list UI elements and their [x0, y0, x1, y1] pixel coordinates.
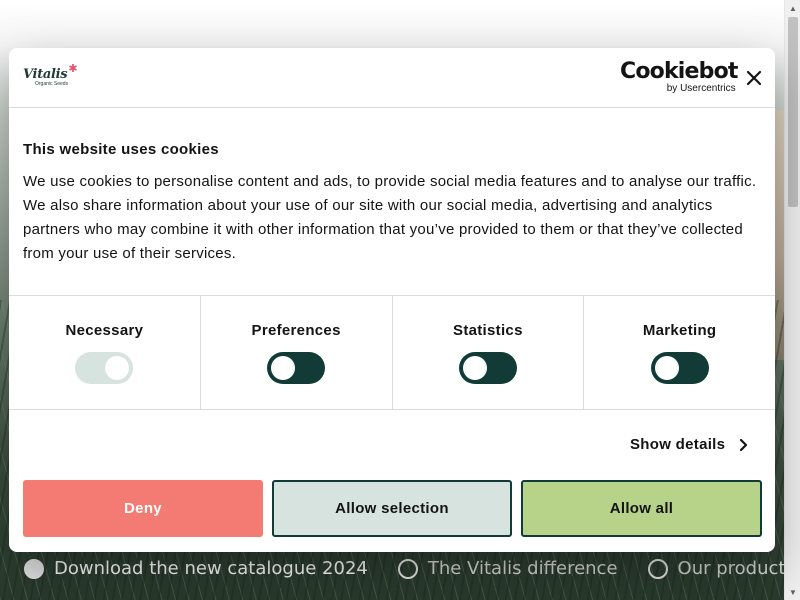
consent-toggles: Necessary Preferences Statistics Marketi…: [9, 296, 775, 410]
toggle-statistics: Statistics: [391, 296, 584, 409]
scroll-thumb[interactable]: [788, 17, 798, 207]
toggle-marketing: Marketing: [583, 296, 775, 409]
show-details-label: Show details: [630, 436, 726, 453]
switch-knob: [462, 356, 487, 380]
switch-knob: [105, 356, 130, 380]
allow-all-button[interactable]: Allow all: [521, 480, 762, 537]
nav-vitalis-difference-label: The Vitalis difference: [427, 558, 618, 579]
marketing-switch[interactable]: [650, 352, 709, 384]
close-icon[interactable]: [744, 68, 764, 88]
nav-our-products[interactable]: Our products: [647, 558, 795, 579]
cookiebot-name: Cookiebot: [620, 59, 738, 84]
toggle-preferences: Preferences: [199, 296, 392, 409]
cookie-consent-dialog: Vitalis✱ Organic Seeds Cookiebot by User…: [9, 48, 775, 552]
necessary-switch: [75, 352, 134, 384]
toggle-label-statistics: Statistics: [453, 322, 523, 339]
dialog-description: We use cookies to personalise content an…: [23, 173, 757, 262]
nav-catalogue[interactable]: Download the new catalogue 2024: [24, 558, 368, 579]
background-nav: Download the new catalogue 2024 The Vita…: [24, 558, 795, 579]
toggle-label-necessary: Necessary: [65, 322, 144, 339]
brand-subtitle: Organic Seeds: [35, 81, 69, 87]
scroll-down-arrow-icon[interactable]: ▼: [785, 584, 800, 600]
dialog-header: Vitalis✱ Organic Seeds Cookiebot by User…: [9, 48, 775, 108]
details-row: Show details: [9, 410, 775, 479]
show-details-link[interactable]: Show details: [630, 436, 749, 453]
brand-star-icon: ✱: [68, 63, 78, 75]
toggle-label-preferences: Preferences: [251, 322, 341, 339]
deny-button[interactable]: Deny: [23, 480, 263, 537]
nav-our-products-label: Our products: [677, 558, 795, 579]
dialog-title: This website uses cookies: [23, 141, 219, 158]
switch-knob: [654, 356, 679, 380]
statistics-switch[interactable]: [458, 352, 517, 384]
preferences-switch[interactable]: [267, 352, 326, 384]
vitalis-logo: Vitalis✱ Organic Seeds: [23, 63, 78, 87]
nav-vitalis-difference[interactable]: The Vitalis difference: [397, 558, 618, 579]
cookiebot-byline: by Usercentrics: [666, 83, 736, 94]
cookiebot-logo[interactable]: Cookiebot by Usercentrics: [620, 60, 738, 94]
chevron-right-icon: [740, 438, 748, 451]
page-scrollbar[interactable]: ▲ ▼: [784, 0, 800, 600]
toggle-necessary: Necessary: [9, 296, 200, 409]
brand-name: Vitalis: [23, 67, 68, 82]
allow-selection-button[interactable]: Allow selection: [272, 480, 512, 537]
dialog-body: This website uses cookies We use cookies…: [9, 108, 775, 296]
radio-dot-icon: [647, 558, 668, 579]
consent-buttons: Deny Allow selection Allow all: [23, 480, 762, 537]
toggle-label-marketing: Marketing: [642, 322, 717, 339]
radio-dot-icon: [24, 558, 44, 579]
nav-catalogue-label: Download the new catalogue 2024: [54, 558, 368, 579]
scroll-up-arrow-icon[interactable]: ▲: [785, 0, 800, 16]
radio-dot-icon: [397, 558, 418, 579]
switch-knob: [271, 356, 296, 380]
